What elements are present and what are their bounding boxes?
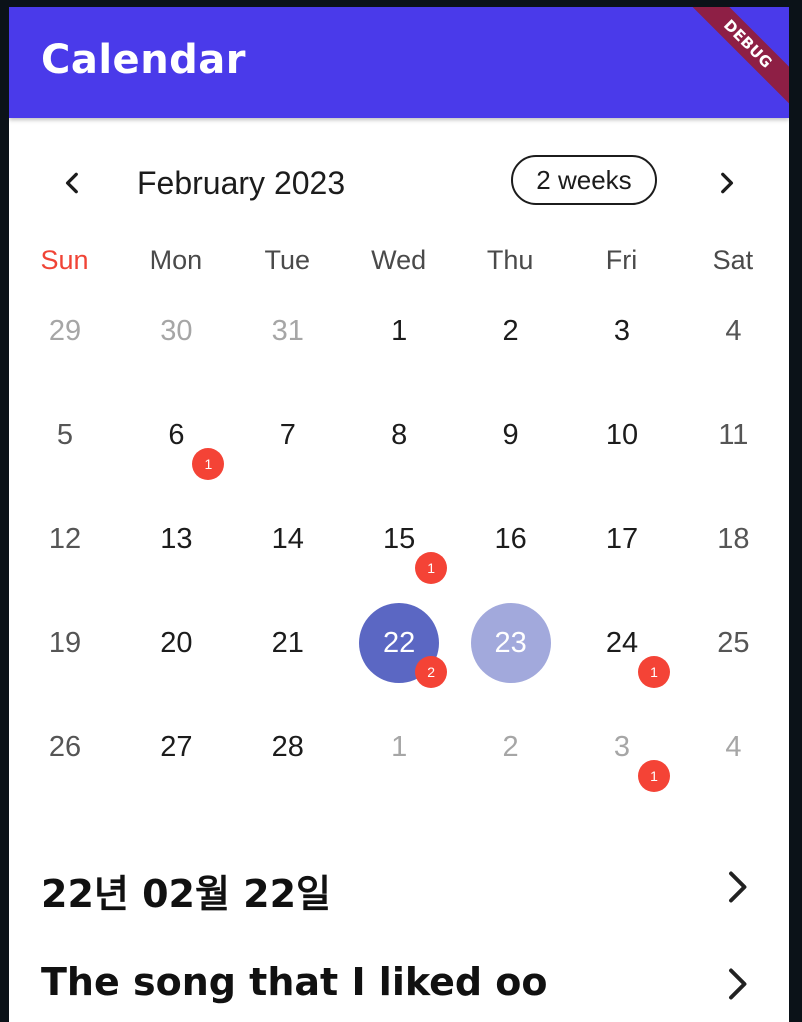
day-cell[interactable]: 30 [120,278,231,382]
day-cell[interactable]: 4 [677,278,788,382]
calendar-header: February 2023 2 weeks [9,147,789,219]
day-cell[interactable]: 27 [120,694,231,798]
day-number: 11 [718,418,749,451]
chevron-right-icon [721,172,734,194]
day-cell[interactable]: 21 [232,590,343,694]
day-number: 16 [494,522,527,555]
weekday-label: Sat [712,245,754,275]
day-cell[interactable]: 19 [9,590,120,694]
day-cell[interactable]: 5 [9,382,120,486]
day-cell[interactable]: 1 [343,694,454,798]
day-cell[interactable]: 17 [566,486,677,590]
event-row[interactable]: 22년 02월 22일 [9,841,789,931]
event-count-badge: 1 [415,552,448,584]
day-cell[interactable]: 1 [343,278,454,382]
month-title: February 2023 [137,165,346,201]
day-number: 9 [502,418,519,451]
format-toggle-button[interactable]: 2 weeks [511,155,657,205]
day-cell[interactable]: 10 [566,382,677,486]
app-bar-title: Calendar [41,37,247,83]
day-cell[interactable]: 4 [677,694,788,798]
weekday-label: Wed [371,245,427,275]
day-number: 20 [160,626,193,659]
day-number: 17 [605,522,639,555]
day-number: 25 [717,626,750,659]
day-cell[interactable]: 2 [455,694,566,798]
day-number: 30 [160,314,193,347]
day-cell[interactable]: 20 [120,590,231,694]
day-number: 7 [279,418,296,451]
event-count-badge: 1 [638,656,670,688]
day-number: 3 [613,314,631,347]
day-cell[interactable]: 2 [455,278,566,382]
day-cell[interactable]: 3 [566,278,677,382]
event-count-badge: 2 [415,656,448,688]
day-number: 28 [271,730,304,763]
day-number: 31 [271,314,304,347]
event-row[interactable]: The song that I liked oo [9,938,789,1022]
day-number: 8 [391,418,408,451]
weekday-label: Tue [264,245,311,275]
day-cell[interactable]: 11 [677,382,788,486]
day-number: 2 [502,314,519,347]
day-cell[interactable]: 29 [9,278,120,382]
chevron-left-icon [65,172,78,194]
day-cell[interactable]: 28 [232,694,343,798]
day-cell[interactable]: 31 [232,278,343,382]
day-cell[interactable]: 7 [232,382,343,486]
chevron-right-icon [729,968,747,1000]
day-cell[interactable]: 16 [455,486,566,590]
day-number: 14 [271,522,304,555]
weekday-label: Mon [149,245,203,275]
chevron-right-icon [729,871,747,903]
day-number: 12 [48,522,82,555]
day-cell[interactable]: 26 [9,694,120,798]
day-number: 21 [271,626,304,659]
next-month-button[interactable] [708,165,744,201]
day-number: 27 [160,730,193,763]
day-number: 29 [48,314,82,347]
day-cell[interactable]: 18 [677,486,788,590]
day-cell[interactable]: 12 [9,486,120,590]
day-number: 2 [502,730,519,763]
event-count-badge: 1 [638,760,670,792]
day-number: 1 [391,730,408,763]
calendar-grid: 4 3 2 1 28 27 26 25 24 23 22 21 20 19 18 17 16 15 14 13 12 11… [9,278,789,798]
event-title: The song that I liked oo [41,960,548,1004]
day-number: 10 [605,418,639,451]
day-number: 23 [470,603,551,683]
day-number: 26 [48,730,82,763]
weekday-label: Thu [486,245,534,275]
debug-banner: DEBUG [678,7,789,114]
day-cell-today[interactable]: 23 [455,590,566,694]
day-number: 4 [725,730,742,763]
day-number: 13 [160,522,193,555]
day-cell[interactable]: 9 [455,382,566,486]
weekday-label: Fri [605,245,638,275]
weekday-label: Sun [40,245,89,275]
day-cell[interactable]: 13 [120,486,231,590]
app-screen: Calendar DEBUG February 2023 2 weeks Sun… [9,7,789,1022]
day-cell[interactable]: 8 [343,382,454,486]
event-title: 22년 02월 22일 [41,872,331,916]
day-number: 1 [391,314,408,347]
day-number: 4 [725,314,742,347]
day-cell[interactable]: 25 [677,590,788,694]
day-cell[interactable]: 14 [232,486,343,590]
app-bar: Calendar DEBUG [9,7,789,118]
day-number: 5 [56,418,74,451]
prev-month-button[interactable] [55,165,91,201]
day-number: 19 [48,626,82,659]
day-number: 18 [717,522,750,555]
